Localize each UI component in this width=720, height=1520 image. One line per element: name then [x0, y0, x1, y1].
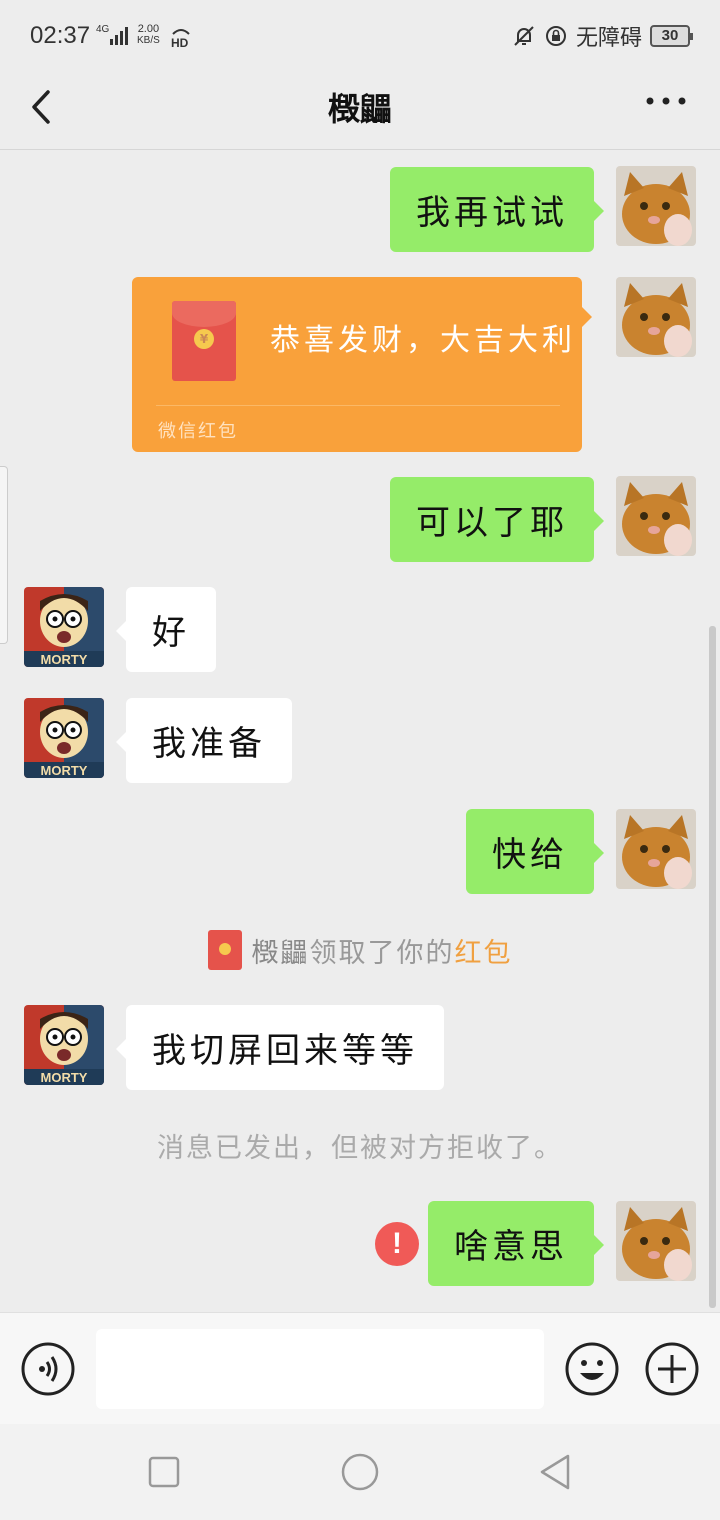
message-bubble-sent[interactable]: 我再试试 — [390, 167, 604, 252]
send-failed-icon[interactable]: ! — [375, 1222, 419, 1266]
message-bubble-sent[interactable]: 快给 — [466, 809, 604, 894]
contact-avatar[interactable]: MORTY — [24, 698, 104, 778]
red-packet-greeting: 恭喜发财，大吉大利 — [270, 323, 576, 358]
input-bar — [0, 1312, 720, 1424]
status-bar: 02:37 4G 2.00 KB/S HD 无障碍 30 — [0, 0, 720, 72]
morty-avatar-icon: MORTY — [24, 1005, 104, 1085]
recent-apps-button[interactable] — [144, 1452, 184, 1492]
mute-bell-icon — [514, 26, 534, 46]
cat-avatar-icon — [616, 809, 696, 889]
side-panel-handle[interactable] — [0, 466, 8, 644]
notice-contact-name: 檓鼺 — [251, 938, 310, 969]
message-input[interactable] — [96, 1329, 544, 1409]
avatar-label: MORTY — [41, 652, 88, 667]
cat-avatar-icon — [616, 166, 696, 246]
speed-unit: KB/S — [137, 35, 160, 46]
red-packet-icon: ¥ — [172, 301, 236, 381]
red-packet-label: 微信红包 — [158, 421, 238, 442]
network-speed: 2.00 KB/S — [137, 23, 160, 47]
avatar-label: MORTY — [41, 1070, 88, 1085]
lock-rotation-icon — [545, 26, 566, 46]
status-right: 无障碍 30 — [512, 20, 693, 52]
system-nav-bar — [0, 1424, 720, 1520]
red-packet-link[interactable]: 红包 — [455, 938, 513, 969]
message-rejected-notice: 消息已发出，但被对方拒收了。 — [157, 1133, 563, 1164]
hd-label: HD — [171, 36, 189, 49]
message-bubble-received[interactable]: 我准备 — [116, 698, 292, 783]
emoji-button[interactable] — [564, 1341, 620, 1397]
scrollbar[interactable] — [709, 626, 716, 1308]
voice-input-button[interactable] — [20, 1341, 76, 1397]
morty-avatar-icon: MORTY — [24, 587, 104, 667]
avatar-label: MORTY — [41, 763, 88, 778]
morty-avatar-icon: MORTY — [24, 698, 104, 778]
cat-avatar-icon — [616, 476, 696, 556]
back-nav-button[interactable] — [536, 1452, 576, 1492]
red-packet-received-notice: 檓鼺领取了你的红包 — [0, 930, 720, 970]
chat-title: 檓鼺 — [327, 90, 392, 128]
cat-avatar-icon — [616, 277, 696, 357]
my-avatar[interactable] — [616, 277, 696, 357]
red-packet-icon — [207, 930, 242, 970]
my-avatar[interactable] — [616, 476, 696, 556]
my-avatar[interactable] — [616, 809, 696, 889]
more-options-button[interactable] — [644, 86, 688, 116]
message-bubble-received[interactable]: 好 — [116, 587, 216, 672]
network-type: 4G — [96, 24, 110, 35]
notice-action: 领取了你的 — [309, 938, 455, 969]
contact-avatar[interactable]: MORTY — [24, 1005, 104, 1085]
home-button[interactable] — [340, 1452, 380, 1492]
accessibility-label: 无障碍 — [575, 26, 642, 51]
message-bubble-sent[interactable]: 啥意思 — [428, 1201, 604, 1286]
red-packet-card[interactable]: ¥ 恭喜发财，大吉大利 微信红包 — [132, 277, 592, 452]
my-avatar[interactable] — [616, 166, 696, 246]
chat-header: 檓鼺 — [0, 72, 720, 150]
hd-icon: HD — [171, 29, 190, 49]
message-bubble-received[interactable]: 我切屏回来等等 — [116, 1005, 444, 1090]
message-bubble-sent[interactable]: 可以了耶 — [390, 477, 604, 562]
cat-avatar-icon — [616, 1201, 696, 1281]
divider — [156, 405, 560, 406]
contact-avatar[interactable]: MORTY — [24, 587, 104, 667]
chat-message-list[interactable]: 我再试试 ¥ 恭喜发财，大吉大利 微信红包 可以了耶 MORTY 好 MORTY… — [0, 150, 720, 1312]
status-time: 02:37 — [30, 22, 91, 49]
my-avatar[interactable] — [616, 1201, 696, 1281]
signal-icon — [110, 27, 128, 45]
speed-value: 2.00 — [137, 23, 160, 35]
battery-icon: 30 — [650, 25, 693, 47]
more-functions-button[interactable] — [644, 1341, 700, 1397]
